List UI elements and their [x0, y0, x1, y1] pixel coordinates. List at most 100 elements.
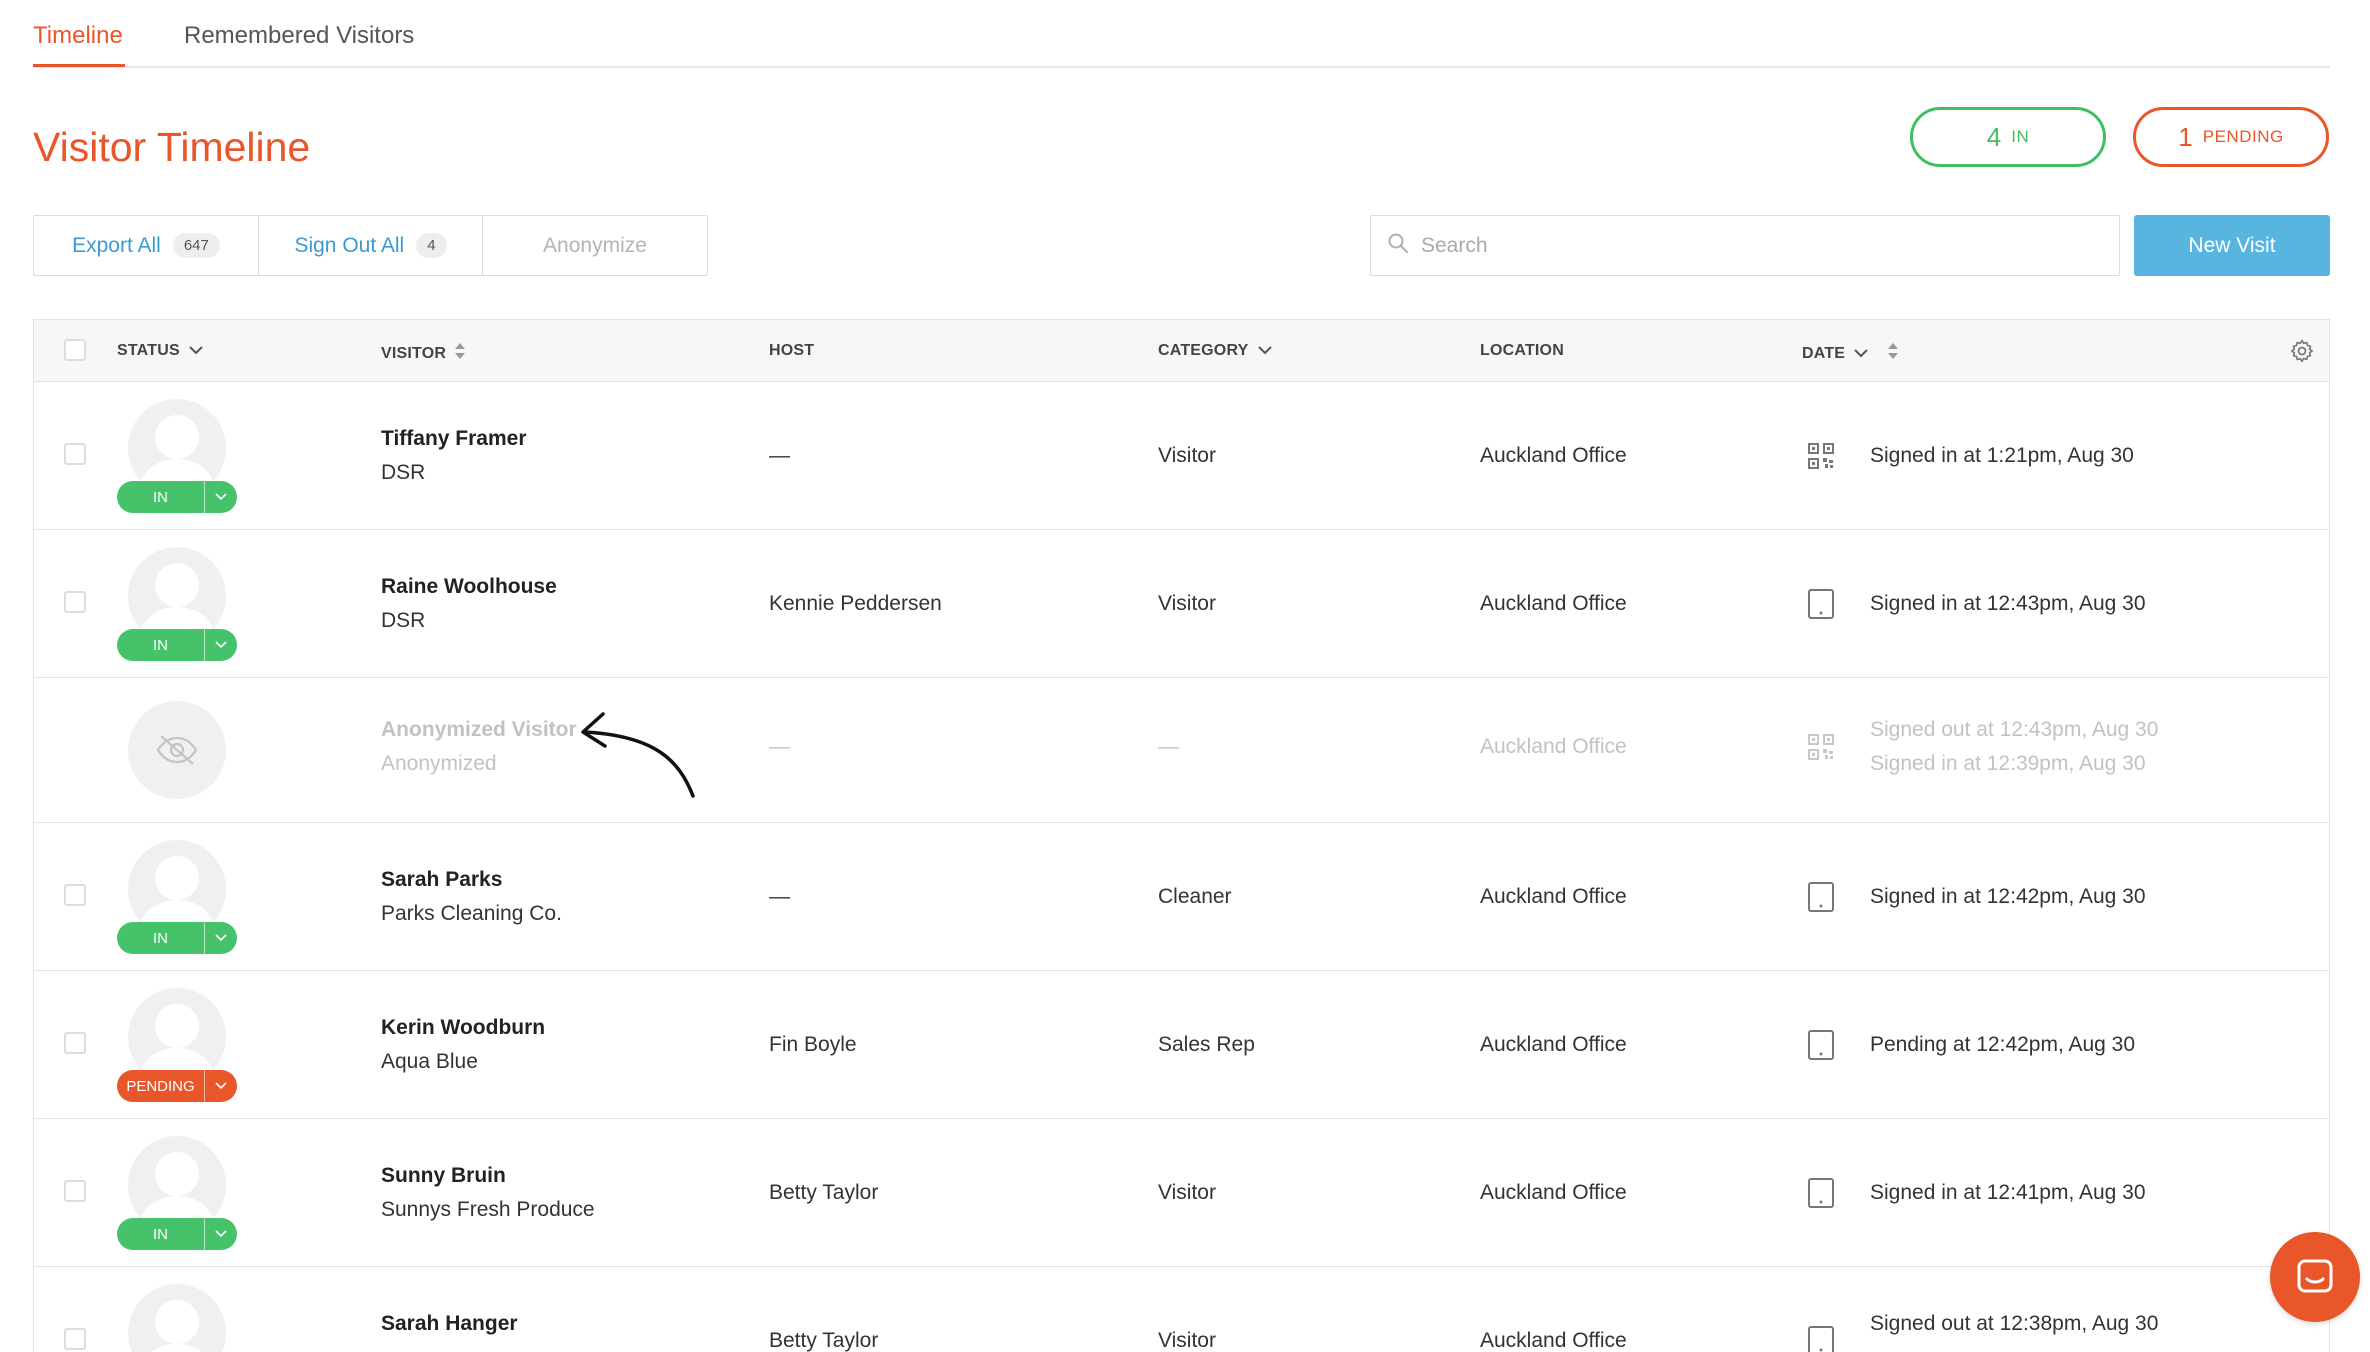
eye-off-icon: [156, 735, 198, 765]
date-line-1: Signed in at 12:43pm, Aug 30: [1870, 592, 2146, 615]
status-label: PENDING: [117, 1070, 205, 1102]
category: Visitor: [1158, 444, 1216, 467]
status-dropdown[interactable]: PENDING: [117, 1070, 237, 1102]
sign-out-all-button[interactable]: Sign Out All 4: [259, 216, 483, 275]
search-icon: [1387, 232, 1409, 259]
column-location: LOCATION: [1480, 342, 1564, 360]
table-row[interactable]: PENDING Kerin Woodburn Aqua Blue Fin Boy…: [34, 971, 2329, 1119]
visitor-company: DSR: [381, 461, 426, 484]
avatar: [128, 1284, 226, 1352]
chevron-down-icon: [205, 481, 237, 513]
column-status[interactable]: STATUS: [117, 342, 204, 360]
location: Auckland Office: [1480, 592, 1627, 615]
search-input[interactable]: [1421, 233, 2081, 258]
pending-count-button[interactable]: 1 PENDING: [2133, 107, 2329, 167]
visitor-company: Aqua Blue: [381, 1050, 478, 1073]
host-name: —: [769, 735, 790, 758]
row-checkbox[interactable]: [64, 591, 86, 613]
row-checkbox[interactable]: [64, 1180, 86, 1202]
date-line-1: Signed in at 12:41pm, Aug 30: [1870, 1181, 2146, 1204]
status-dropdown[interactable]: IN: [117, 922, 237, 954]
gear-icon[interactable]: [2289, 338, 2315, 369]
column-category[interactable]: CATEGORY: [1158, 342, 1273, 360]
anonymize-label: Anonymize: [543, 233, 647, 257]
host-name: Kennie Peddersen: [769, 592, 942, 615]
status-dropdown[interactable]: IN: [117, 629, 237, 661]
pending-count-label: PENDING: [2202, 127, 2284, 146]
bulk-actions: Export All 647 Sign Out All 4 Anonymize: [33, 215, 708, 276]
location: Auckland Office: [1480, 735, 1627, 758]
status-dropdown[interactable]: IN: [117, 1218, 237, 1250]
date-line-1: Pending at 12:42pm, Aug 30: [1870, 1033, 2136, 1056]
export-all-button[interactable]: Export All 647: [34, 216, 259, 275]
qr-code-icon: [1807, 733, 1835, 766]
location: Auckland Office: [1480, 1329, 1627, 1352]
chevron-down-icon: [1257, 342, 1273, 360]
table-row[interactable]: Sarah Hanger Betty Taylor Visitor Auckla…: [34, 1267, 2329, 1352]
in-count-button[interactable]: 4 IN: [1910, 107, 2106, 167]
chat-launcher-button[interactable]: [2270, 1232, 2360, 1322]
tab-remembered-visitors[interactable]: Remembered Visitors: [184, 22, 414, 50]
status-dropdown[interactable]: IN: [117, 481, 237, 513]
chevron-down-icon: [1853, 345, 1869, 363]
visitor-company: Sunnys Fresh Produce: [381, 1198, 595, 1221]
table-row[interactable]: IN Sarah Parks Parks Cleaning Co. — Clea…: [34, 823, 2329, 971]
host-name: —: [769, 444, 790, 467]
visitor-name[interactable]: Sarah Hanger: [381, 1312, 518, 1336]
in-count-label: IN: [2011, 127, 2030, 146]
sort-icon: [1887, 342, 1899, 365]
host-name: Fin Boyle: [769, 1033, 857, 1056]
category: Visitor: [1158, 1181, 1216, 1204]
visitor-name[interactable]: Raine Woolhouse: [381, 575, 557, 599]
column-host-label: HOST: [769, 342, 815, 359]
visitor-company: Parks Cleaning Co.: [381, 902, 562, 925]
visitor-name[interactable]: Sunny Bruin: [381, 1164, 506, 1188]
table-row[interactable]: IN Tiffany Framer DSR — Visitor Auckland…: [34, 382, 2329, 530]
visitor-table: STATUS VISITOR HOST CATEGORY LOCATION DA…: [33, 319, 2330, 1352]
visitor-name[interactable]: Sarah Parks: [381, 868, 502, 892]
row-checkbox[interactable]: [64, 884, 86, 906]
anonymize-button[interactable]: Anonymize: [483, 216, 707, 275]
annotation-arrow-icon: [581, 712, 695, 798]
column-date[interactable]: DATE: [1802, 342, 1899, 365]
export-all-label: Export All: [72, 233, 161, 257]
column-visitor[interactable]: VISITOR: [381, 342, 466, 365]
host-name: —: [769, 885, 790, 908]
status-label: IN: [117, 922, 205, 954]
location: Auckland Office: [1480, 444, 1627, 467]
table-row[interactable]: IN Raine Woolhouse DSR Kennie Peddersen …: [34, 530, 2329, 678]
host-name: Betty Taylor: [769, 1181, 879, 1204]
status-label: IN: [117, 629, 205, 661]
category: —: [1158, 735, 1179, 758]
select-all-checkbox[interactable]: [64, 339, 86, 361]
column-category-label: CATEGORY: [1158, 342, 1249, 359]
date-line-1: Signed in at 12:42pm, Aug 30: [1870, 885, 2146, 908]
visitor-name[interactable]: Anonymized Visitor: [381, 718, 577, 742]
category: Visitor: [1158, 1329, 1216, 1352]
new-visit-button[interactable]: New Visit: [2134, 215, 2330, 276]
host-name: Betty Taylor: [769, 1329, 879, 1352]
visitor-name[interactable]: Tiffany Framer: [381, 427, 527, 451]
column-date-label: DATE: [1802, 344, 1846, 362]
tablet-icon: [1807, 1029, 1835, 1066]
status-label: IN: [117, 481, 205, 513]
table-row[interactable]: Anonymized Visitor Anonymized — — Auckla…: [34, 678, 2329, 823]
search-box: [1370, 215, 2120, 276]
visitor-name[interactable]: Kerin Woodburn: [381, 1016, 545, 1040]
visitor-company: Anonymized: [381, 752, 497, 775]
table-row[interactable]: IN Sunny Bruin Sunnys Fresh Produce Bett…: [34, 1119, 2329, 1267]
tablet-icon: [1807, 588, 1835, 625]
pending-count: 1: [2178, 121, 2193, 152]
row-checkbox[interactable]: [64, 1328, 86, 1350]
tab-timeline[interactable]: Timeline: [33, 22, 123, 50]
chat-icon: [2297, 1259, 2333, 1293]
row-checkbox[interactable]: [64, 443, 86, 465]
row-checkbox[interactable]: [64, 1032, 86, 1054]
category: Sales Rep: [1158, 1033, 1255, 1056]
date-line-1: Signed out at 12:38pm, Aug 30: [1870, 1312, 2159, 1335]
location: Auckland Office: [1480, 1181, 1627, 1204]
location: Auckland Office: [1480, 1033, 1627, 1056]
column-location-label: LOCATION: [1480, 342, 1564, 359]
column-visitor-label: VISITOR: [381, 344, 447, 362]
active-tab-indicator: [33, 64, 125, 67]
